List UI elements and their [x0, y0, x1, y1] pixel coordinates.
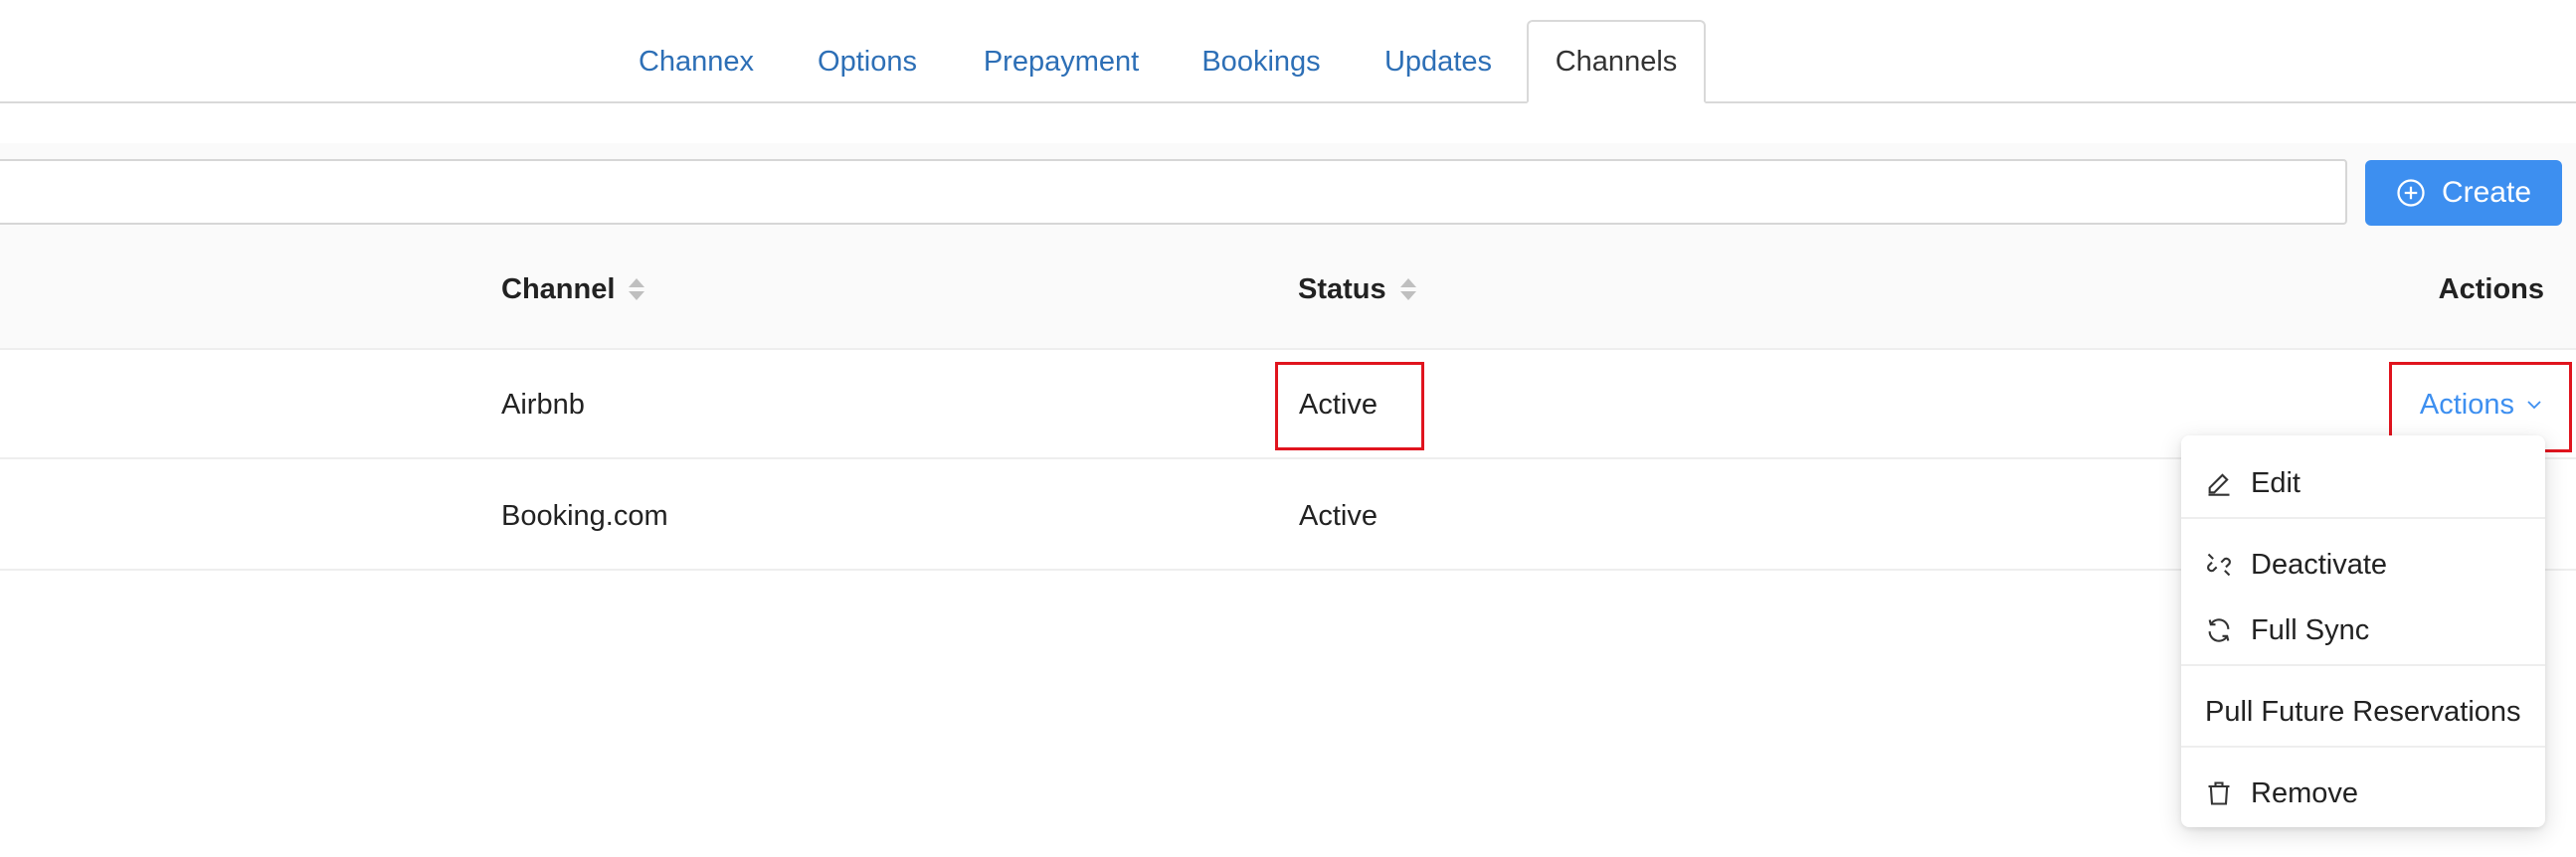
- status-cell: Active: [1299, 388, 1378, 421]
- tab-updates[interactable]: Updates: [1365, 20, 1512, 103]
- column-header-label: Channel: [501, 272, 616, 305]
- create-button-label: Create: [2441, 176, 2532, 209]
- search-input[interactable]: [0, 159, 2347, 225]
- create-button[interactable]: Create: [2365, 160, 2562, 226]
- chevron-down-icon: [2527, 401, 2541, 410]
- sort-icon[interactable]: [1399, 278, 1416, 300]
- column-header-label: Status: [1298, 272, 1386, 305]
- edit-icon: [2208, 473, 2230, 496]
- channel-cell: Airbnb: [501, 388, 585, 421]
- menu-item-pull-future-reservations[interactable]: Pull Future Reservations: [2181, 682, 2545, 742]
- menu-item-label: Edit: [2251, 466, 2300, 499]
- actions-link-label: Actions: [2419, 388, 2514, 421]
- status-cell: Active: [1299, 499, 1378, 532]
- menu-item-label: Pull Future Reservations: [2205, 695, 2521, 728]
- menu-divider: [2181, 664, 2545, 666]
- table-header: Channel Status Actions: [0, 229, 2576, 350]
- tab-channex[interactable]: Channex: [623, 20, 770, 103]
- menu-item-full-sync[interactable]: Full Sync: [2181, 600, 2545, 660]
- menu-item-deactivate[interactable]: Deactivate: [2181, 535, 2545, 595]
- tab-channels[interactable]: Channels: [1527, 20, 1706, 103]
- column-header-status[interactable]: Status: [1298, 229, 1416, 350]
- plus-circle-icon: [2397, 179, 2425, 207]
- channel-cell: Booking.com: [501, 499, 668, 532]
- trash-icon: [2208, 781, 2230, 805]
- unlink-icon: [2207, 553, 2231, 577]
- menu-divider: [2181, 517, 2545, 519]
- channels-page: Channex Options Prepayment Bookings Upda…: [0, 0, 2576, 857]
- column-header-actions: Actions: [2439, 229, 2544, 350]
- sync-icon: [2208, 618, 2230, 642]
- menu-item-edit[interactable]: Edit: [2181, 453, 2545, 513]
- menu-item-label: Deactivate: [2251, 548, 2388, 581]
- sort-icon[interactable]: [629, 278, 645, 300]
- column-header-channel[interactable]: Channel: [501, 229, 645, 350]
- menu-divider: [2181, 746, 2545, 748]
- menu-item-label: Full Sync: [2251, 613, 2370, 646]
- tab-options[interactable]: Options: [796, 20, 939, 103]
- menu-item-remove[interactable]: Remove: [2181, 764, 2545, 823]
- actions-dropdown-menu: Edit Deactivate Full Sync Pull Future Re…: [2181, 435, 2545, 827]
- tab-prepayment[interactable]: Prepayment: [965, 20, 1158, 103]
- menu-item-label: Remove: [2251, 776, 2358, 809]
- tab-bookings[interactable]: Bookings: [1184, 20, 1339, 103]
- column-header-label: Actions: [2438, 272, 2544, 305]
- actions-dropdown-trigger[interactable]: Actions: [2420, 389, 2544, 422]
